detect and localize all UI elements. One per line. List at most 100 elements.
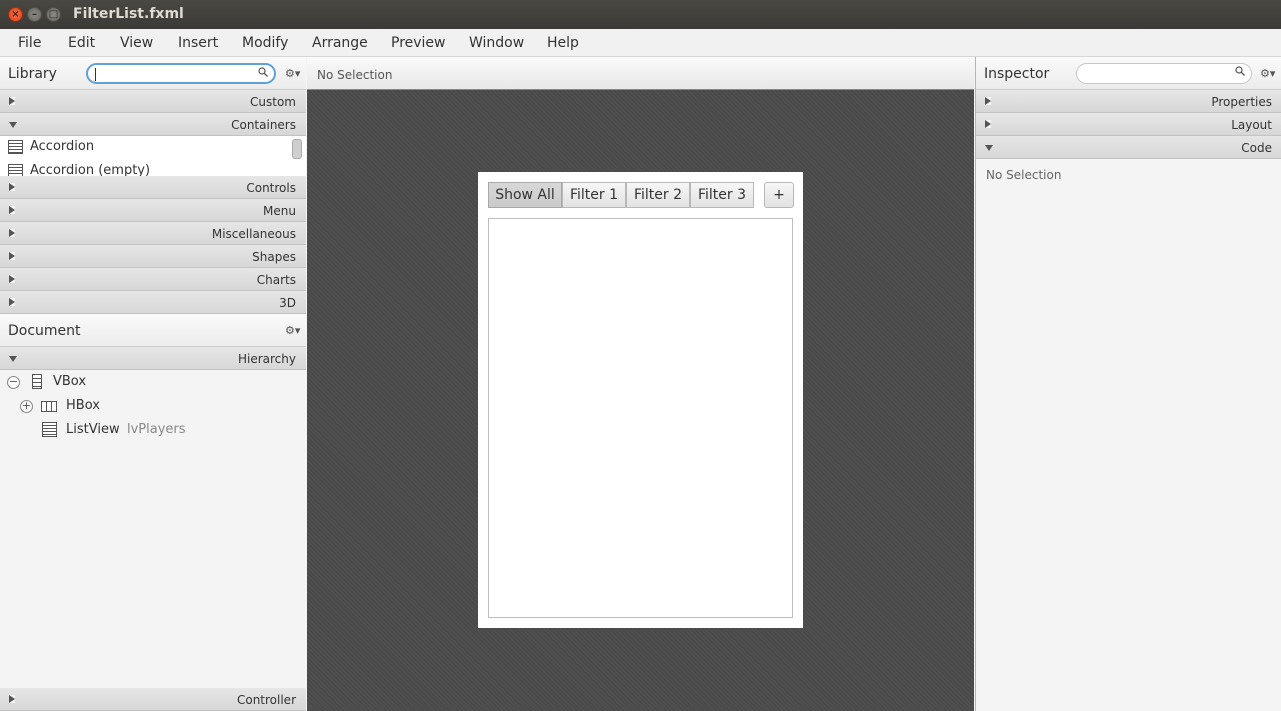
inspector-search-input[interactable] — [1076, 63, 1252, 84]
filter-1-button[interactable]: Filter 1 — [562, 182, 626, 208]
section-miscellaneous[interactable]: Miscellaneous — [0, 222, 306, 245]
section-label: 3D — [279, 296, 296, 310]
list-item-accordion-empty[interactable]: Accordion (empty) — [0, 160, 288, 176]
hierarchy-tree: − VBox + HBox ListView lvPlayers — [0, 370, 306, 688]
section-controls[interactable]: Controls — [0, 176, 306, 199]
menu-file[interactable]: File — [18, 35, 41, 51]
text-cursor — [95, 68, 96, 81]
menu-insert[interactable]: Insert — [178, 35, 218, 51]
selection-bar: No Selection — [307, 57, 974, 90]
expand-icon — [9, 275, 15, 283]
inspector-title: Inspector — [984, 66, 1049, 82]
section-hierarchy[interactable]: Hierarchy — [0, 347, 306, 370]
expand-icon — [9, 252, 15, 260]
tree-node-listview[interactable]: ListView lvPlayers — [0, 420, 306, 442]
section-label: Miscellaneous — [212, 227, 296, 241]
gear-icon[interactable]: ⚙▾ — [285, 324, 300, 337]
section-label: Properties — [1211, 95, 1272, 109]
list-item-label: Accordion (empty) — [30, 163, 150, 176]
expand-icon — [9, 298, 15, 306]
container-list: Accordion Accordion (empty) — [0, 136, 306, 176]
section-label: Containers — [231, 118, 296, 132]
gear-icon[interactable]: ⚙▾ — [1260, 67, 1275, 80]
filter-2-button[interactable]: Filter 2 — [626, 182, 690, 208]
inspector-panel: Inspector ⚙▾ Properties Layout Code No S… — [975, 57, 1281, 711]
section-custom[interactable]: Custom — [0, 90, 306, 113]
tree-node-fxid: lvPlayers — [127, 422, 186, 437]
section-3d[interactable]: 3D — [0, 291, 306, 314]
menu-help[interactable]: Help — [547, 35, 579, 51]
window-titlebar: × – □ FilterList.fxml — [0, 0, 1281, 29]
players-listview[interactable] — [488, 218, 793, 618]
menu-arrange[interactable]: Arrange — [312, 35, 368, 51]
menu-preview[interactable]: Preview — [391, 35, 446, 51]
hbox-icon — [41, 401, 57, 412]
tree-node-label: HBox — [66, 398, 100, 413]
menu-window[interactable]: Window — [469, 35, 524, 51]
section-layout[interactable]: Layout — [976, 113, 1281, 136]
expand-icon — [9, 695, 15, 703]
menu-modify[interactable]: Modify — [242, 35, 288, 51]
list-item-label: Accordion — [30, 139, 94, 154]
expand-icon — [9, 97, 15, 105]
section-shapes[interactable]: Shapes — [0, 245, 306, 268]
maximize-icon[interactable]: □ — [46, 7, 61, 22]
menu-edit[interactable]: Edit — [68, 35, 95, 51]
gear-icon[interactable]: ⚙▾ — [285, 67, 300, 80]
vbox-icon — [32, 374, 42, 389]
section-charts[interactable]: Charts — [0, 268, 306, 291]
rows-icon — [8, 140, 23, 154]
add-filter-button[interactable]: + — [764, 182, 794, 208]
scrollbar-thumb[interactable] — [292, 139, 302, 159]
tree-node-label: ListView — [66, 422, 120, 437]
minimize-icon[interactable]: – — [27, 7, 42, 22]
library-title: Library — [8, 66, 57, 82]
expand-icon — [9, 229, 15, 237]
document-title: Document — [8, 323, 81, 339]
tree-node-hbox[interactable]: + HBox — [0, 396, 306, 418]
collapse-icon[interactable]: − — [7, 376, 20, 389]
section-label: Menu — [263, 204, 296, 218]
inspector-status: No Selection — [986, 168, 1061, 182]
section-code[interactable]: Code — [976, 136, 1281, 159]
section-properties[interactable]: Properties — [976, 90, 1281, 113]
section-label: Controls — [246, 181, 296, 195]
tree-node-label: VBox — [53, 374, 86, 389]
section-label: Hierarchy — [238, 352, 296, 366]
left-panel: Library ⚙▾ Custom Containers Accordion A… — [0, 57, 306, 711]
library-search-input[interactable] — [86, 63, 276, 84]
section-label: Charts — [257, 273, 296, 287]
show-all-button[interactable]: Show All — [488, 182, 562, 208]
section-menu[interactable]: Menu — [0, 199, 306, 222]
inspector-header: Inspector ⚙▾ — [976, 57, 1281, 90]
tree-node-vbox[interactable]: − VBox — [0, 372, 306, 394]
window-title: FilterList.fxml — [73, 6, 184, 22]
section-label: Layout — [1231, 118, 1272, 132]
design-canvas[interactable]: Show All Filter 1 Filter 2 Filter 3 + — [478, 172, 803, 628]
expand-icon[interactable]: + — [20, 400, 33, 413]
section-label: Controller — [237, 693, 296, 707]
expand-icon — [985, 120, 991, 128]
list-item-accordion[interactable]: Accordion — [0, 136, 288, 160]
collapse-icon — [9, 122, 17, 128]
content-area: No Selection Show All Filter 1 Filter 2 … — [307, 57, 974, 711]
expand-icon — [985, 97, 991, 105]
section-controller[interactable]: Controller — [0, 688, 306, 711]
section-label: Custom — [250, 95, 296, 109]
listview-icon — [42, 422, 57, 437]
selection-status: No Selection — [317, 68, 392, 82]
search-icon — [1235, 66, 1245, 76]
section-containers[interactable]: Containers — [0, 113, 306, 136]
expand-icon — [9, 206, 15, 214]
menubar: File Edit View Insert Modify Arrange Pre… — [0, 29, 1281, 57]
menu-view[interactable]: View — [120, 35, 153, 51]
collapse-icon — [9, 356, 17, 362]
rows-icon — [8, 164, 23, 176]
search-icon — [258, 67, 268, 77]
section-label: Shapes — [252, 250, 296, 264]
collapse-icon — [985, 145, 993, 151]
expand-icon — [9, 183, 15, 191]
filter-3-button[interactable]: Filter 3 — [690, 182, 754, 208]
close-icon[interactable]: × — [8, 7, 23, 22]
section-label: Code — [1241, 141, 1272, 155]
